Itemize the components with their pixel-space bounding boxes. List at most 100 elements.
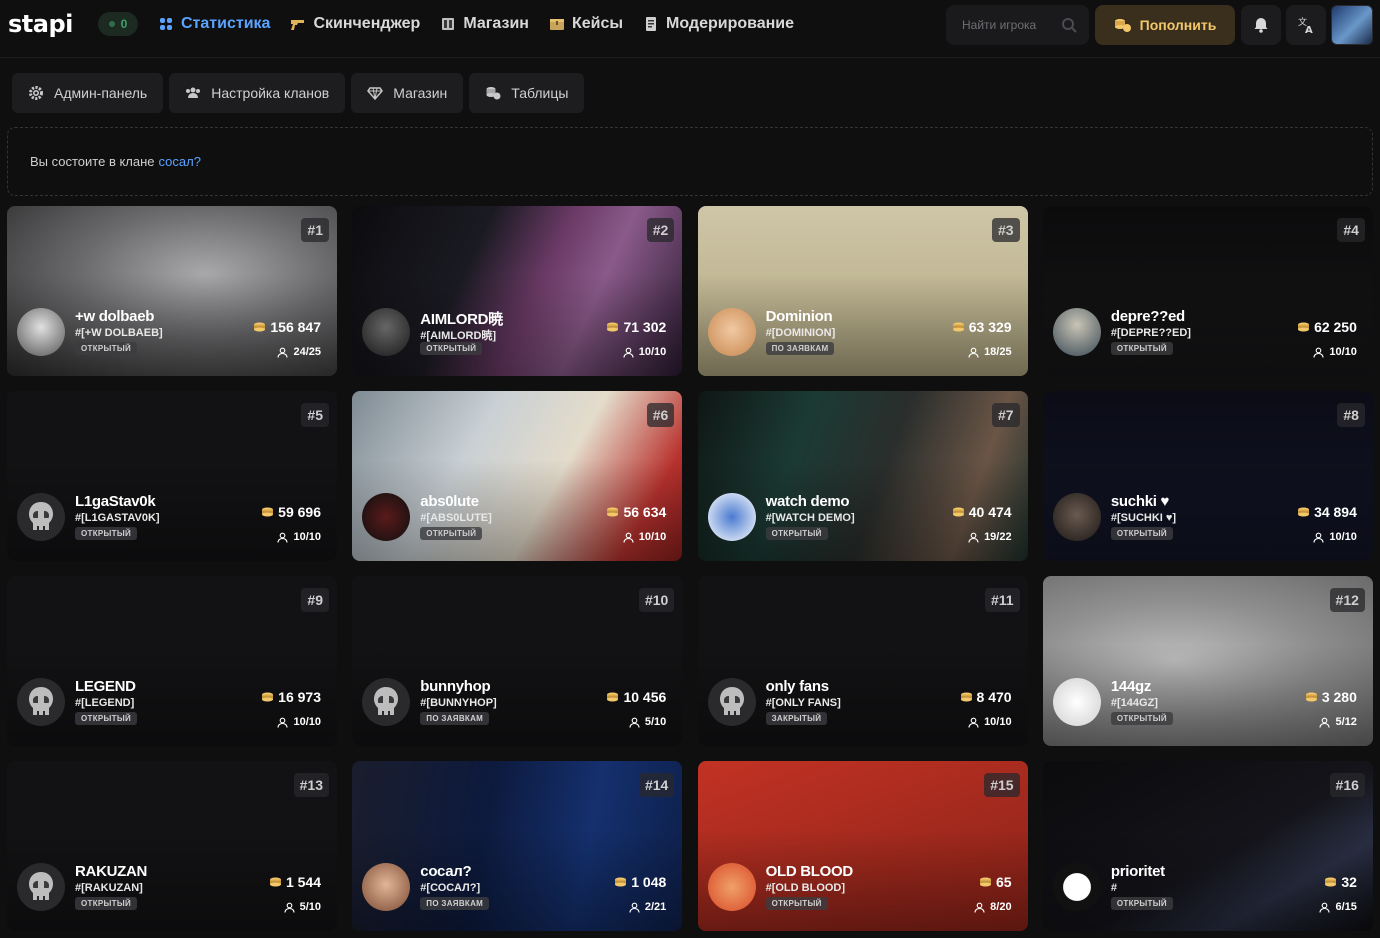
nav-item-skinchanger[interactable]: Скинченджер — [290, 0, 420, 48]
clan-tag: #[WATCH DEMO] — [765, 512, 855, 524]
clan-avatar[interactable] — [362, 493, 411, 541]
clan-avatar[interactable] — [707, 678, 756, 726]
clan-card[interactable]: #8 suchki ♥ #[SUCHKI ♥] ОТКРЫТЫЙ 34 894 10/10 — [1042, 391, 1373, 561]
clan-avatar[interactable] — [1052, 678, 1101, 726]
user-icon — [974, 902, 985, 913]
clan-score-value: 71 302 — [623, 319, 667, 335]
clan-card[interactable]: #12 144gz #[144GZ] ОТКРЫТЫЙ 3 280 5/12 — [1042, 576, 1373, 746]
clan-avatar[interactable] — [707, 863, 756, 911]
clan-avatar[interactable] — [17, 493, 65, 541]
clan-card[interactable]: #3 Dominion #[DOMINION] ПО ЗАЯВКАМ 63 329 18/… — [697, 206, 1028, 376]
shop-icon — [442, 18, 455, 30]
clan-card[interactable]: #5 L1gaStav0k #[L1GASTAV0K] ОТКРЫТЫЙ 59 696 1… — [7, 391, 337, 561]
translate-icon: 文A — [1298, 16, 1313, 34]
moderation-icon — [646, 17, 657, 31]
user-icon — [277, 532, 289, 543]
tab-shop[interactable]: Магазин — [351, 73, 464, 113]
clan-name[interactable]: abs0lute — [420, 493, 479, 510]
tab-admin-panel[interactable]: Админ-панель — [12, 73, 164, 113]
clan-name[interactable]: RAKUZAN — [75, 863, 147, 880]
clan-type-badge: ОТКРЫТЫЙ — [1110, 897, 1173, 910]
clan-card[interactable]: #14 сосал? #[СОСАЛ?] ПО ЗАЯВКАМ 1 048 2/21 — [352, 761, 683, 931]
clan-membership-notice: Вы состоите в клане сосал? — [7, 127, 1373, 196]
clan-avatar[interactable] — [362, 863, 411, 911]
tab-tables[interactable]: Таблицы — [469, 73, 585, 113]
user-icon — [623, 532, 634, 543]
clan-type-badge: ПО ЗАЯВКАМ — [420, 897, 490, 910]
clan-avatar[interactable] — [362, 308, 411, 356]
nav-item-cases[interactable]: Кейсы — [549, 0, 623, 48]
clan-name[interactable]: Dominion — [766, 308, 833, 325]
main-nav: Статистика Скинченджер Магазин Кейсы Мод… — [158, 0, 814, 48]
clan-rank-badge: #6 — [646, 403, 675, 427]
clan-name[interactable]: L1gaStav0k — [75, 493, 156, 510]
clan-name[interactable]: prioritet — [1111, 863, 1165, 880]
clan-name[interactable]: 144gz — [1111, 678, 1152, 695]
clan-name[interactable]: сосал? — [420, 863, 471, 880]
clan-avatar[interactable] — [1052, 493, 1101, 541]
clan-type-badge: ОТКРЫТЫЙ — [1110, 712, 1173, 725]
clan-members: 10/10 — [277, 531, 321, 543]
tab-clan-settings[interactable]: Настройка кланов — [169, 73, 346, 113]
clan-avatar[interactable] — [1052, 863, 1101, 911]
clan-members-value: 18/25 — [984, 346, 1012, 358]
clan-card[interactable]: #11 only fans #[ONLY FANS] ЗАКРЫТЫЙ 8 470 10/… — [697, 576, 1028, 746]
clan-score-value: 1 544 — [285, 874, 321, 890]
clan-avatar[interactable] — [17, 863, 65, 911]
clan-card[interactable]: #1 +w dolbaeb #[+W DOLBAEB] ОТКРЫТЫЙ 156 847… — [7, 206, 337, 376]
clan-members: 5/10 — [629, 716, 666, 728]
clan-name[interactable]: AIMLORD暁 — [420, 308, 503, 329]
status-dot-icon — [108, 21, 115, 27]
clan-name[interactable]: suchki ♥ — [1111, 493, 1170, 510]
topup-button[interactable]: Пополнить — [1095, 5, 1235, 45]
clan-name[interactable]: depre??ed — [1111, 308, 1185, 325]
coin-icon — [960, 692, 973, 703]
clan-name[interactable]: +w dolbaeb — [75, 308, 154, 325]
clan-avatar[interactable] — [1052, 308, 1101, 356]
clan-avatar[interactable] — [17, 678, 65, 726]
clan-card[interactable]: #4 depre??ed #[DEPRE??ED] ОТКРЫТЫЙ 62 250 10/… — [1042, 206, 1373, 376]
clan-rank-badge: #7 — [992, 403, 1020, 427]
clan-avatar[interactable] — [17, 308, 65, 356]
clan-tag: #[AIMLORD暁] — [420, 330, 497, 342]
clan-avatar[interactable] — [707, 493, 756, 541]
player-search[interactable] — [946, 5, 1089, 45]
language-button[interactable]: 文A — [1286, 5, 1326, 45]
clan-card[interactable]: #6 abs0lute #[ABS0LUTE] ОТКРЫТЫЙ 56 634 10/10 — [352, 391, 683, 561]
notifications-button[interactable] — [1241, 5, 1281, 45]
clan-name[interactable]: LEGEND — [75, 678, 136, 695]
nav-label: Статистика — [181, 15, 271, 32]
admin-subtabs: Админ-панель Настройка кланов Магазин Та… — [12, 73, 585, 113]
user-avatar[interactable] — [1331, 5, 1373, 45]
current-clan-link[interactable]: сосал? — [159, 154, 201, 169]
nav-item-shop[interactable]: Магазин — [440, 0, 529, 48]
search-input[interactable] — [962, 18, 1062, 32]
clan-card[interactable]: #9 LEGEND #[LEGEND] ОТКРЫТЫЙ 16 973 10/10 — [7, 576, 337, 746]
wallet-coins-icon — [1114, 19, 1131, 32]
clan-tag: #[СОСАЛ?] — [420, 882, 481, 894]
clan-card[interactable]: #7 watch demo #[WATCH DEMO] ОТКРЫТЫЙ 40 474 1… — [697, 391, 1028, 561]
topup-label: Пополнить — [1139, 17, 1217, 33]
clan-rank-badge: #14 — [638, 773, 675, 797]
clan-name[interactable]: OLD BLOOD — [766, 863, 854, 880]
search-icon[interactable] — [1061, 17, 1077, 33]
coin-icon — [952, 322, 965, 333]
clan-card[interactable]: #13 RAKUZAN #[RAKUZAN] ОТКРЫТЫЙ 1 544 5/10 — [7, 761, 337, 931]
nav-item-stats[interactable]: Статистика — [158, 0, 270, 48]
clan-card[interactable]: #16 prioritet # ОТКРЫТЫЙ 32 6/15 — [1042, 761, 1373, 931]
clan-members: 5/10 — [284, 901, 321, 913]
logo[interactable]: stapi — [8, 10, 73, 38]
nav-item-moderation[interactable]: Модерирование — [643, 0, 794, 48]
clan-members: 10/10 — [623, 531, 666, 543]
clan-score-value: 65 — [996, 874, 1012, 890]
clan-name[interactable]: bunnyhop — [420, 678, 490, 695]
online-status-badge: 0 — [98, 12, 138, 36]
clan-card[interactable]: #15 OLD BLOOD #[OLD BLOOD] ОТКРЫТЫЙ 65 8/20 — [697, 761, 1028, 931]
clan-card[interactable]: #10 bunnyhop #[BUNNYHOP] ПО ЗАЯВКАМ 10 456 5/… — [352, 576, 683, 746]
user-icon — [1313, 532, 1324, 543]
clan-avatar[interactable] — [707, 308, 756, 356]
clan-avatar[interactable] — [362, 678, 411, 726]
clan-name[interactable]: only fans — [766, 678, 829, 695]
clan-card[interactable]: #2 AIMLORD暁 #[AIMLORD暁] ОТКРЫТЫЙ 71 302 10/10 — [352, 206, 683, 376]
clan-name[interactable]: watch demo — [766, 493, 850, 510]
